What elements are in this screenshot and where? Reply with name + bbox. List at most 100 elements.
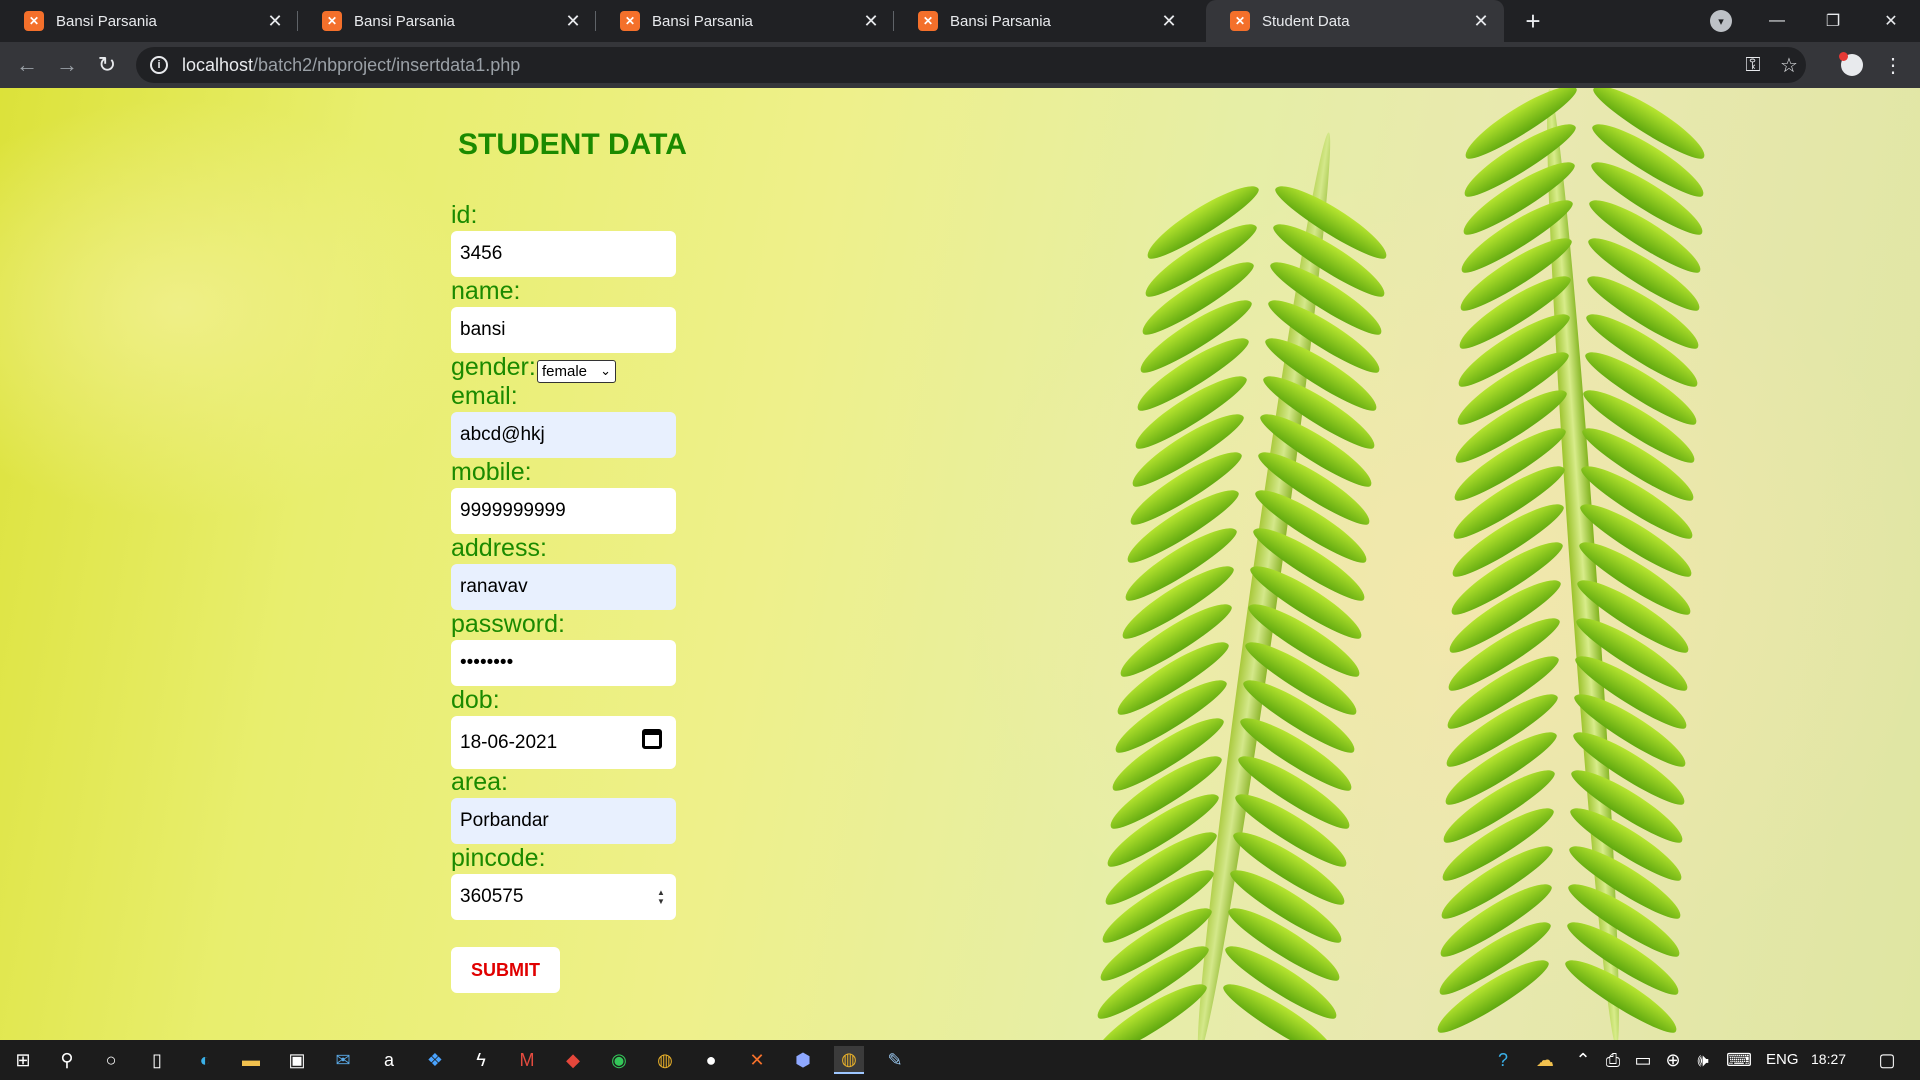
notifications-icon[interactable]: ▢ [1872,1046,1902,1074]
id-input[interactable]: 3456 [451,231,676,277]
star-icon[interactable]: ☆ [1776,52,1802,78]
chrome-icon[interactable]: ◍ [650,1046,680,1074]
tab-title: Bansi Parsania [56,12,157,30]
pincode-value: 360575 [460,886,524,907]
email-label: email: [451,382,518,410]
close-icon[interactable]: ✕ [562,10,584,32]
site-info-icon[interactable]: i [150,56,168,74]
chevron-up-icon[interactable]: ⌃ [1568,1046,1598,1074]
restore-icon[interactable]: ❐ [1806,0,1860,42]
gender-label: gender: [451,353,536,381]
globe-icon[interactable]: ⊕ [1658,1046,1688,1074]
mail-icon[interactable]: ✉ [328,1046,358,1074]
email-value: abcd@hkj [460,424,545,445]
chevron-down-icon: ⌄ [600,363,611,378]
tab-title: Bansi Parsania [354,12,455,30]
task-view-icon[interactable]: ▯ [142,1046,172,1074]
password-input[interactable]: •••••••• [451,640,676,686]
anydesk-icon[interactable]: ◆ [558,1046,588,1074]
password-value: •••••••• [460,652,514,673]
keyboard-icon[interactable]: ⌨ [1724,1046,1754,1074]
address-label: address: [451,534,547,562]
dob-label: dob: [451,686,500,714]
xampp-favicon-icon: ✕ [24,11,44,31]
whatsapp-icon[interactable]: ◉ [604,1046,634,1074]
number-spinner-icon[interactable]: ▲ ▼ [656,886,666,908]
tab-title: Bansi Parsania [950,12,1051,30]
window-close-icon[interactable]: ✕ [1864,0,1918,42]
mobile-value: 9999999999 [460,500,566,521]
name-input[interactable]: bansi [451,307,676,353]
xampp-icon[interactable]: ✕ [742,1046,772,1074]
notepad-icon[interactable]: ✎ [880,1046,910,1074]
browser-tab[interactable]: ✕ Bansi Parsania ✕ [0,0,298,42]
page-title: STUDENT DATA [458,128,687,161]
email-input[interactable]: abcd@hkj [451,412,676,458]
area-input[interactable]: Porbandar [451,798,676,844]
gender-value: female [542,363,588,380]
area-value: Porbandar [460,810,549,831]
profile-avatar[interactable] [1839,52,1863,76]
id-value: 3456 [460,243,503,264]
kebab-menu-icon[interactable]: ⋮ [1878,50,1908,80]
gender-select[interactable]: female ⌄ [537,360,616,383]
network-device-icon[interactable]: ⎙ [1598,1046,1628,1074]
key-icon[interactable]: ⚿ [1740,52,1766,78]
browser-tab[interactable]: ✕ Bansi Parsania ✕ [894,0,1192,42]
mobile-label: mobile: [451,458,532,486]
windows-start-icon[interactable]: ⊞ [8,1046,38,1074]
xampp-favicon-icon: ✕ [1230,11,1250,31]
close-icon[interactable]: ✕ [264,10,286,32]
minimize-icon[interactable]: — [1750,0,1804,42]
password-label: password: [451,610,565,638]
submit-button[interactable]: SUBMIT [451,947,560,993]
gmail-icon[interactable]: M [512,1046,542,1074]
virtualbox-icon[interactable]: ⬢ [788,1046,818,1074]
dropbox-icon[interactable]: ❖ [420,1046,450,1074]
browser-tab-active[interactable]: ✕ Student Data ✕ [1206,0,1504,42]
close-icon[interactable]: ✕ [1158,10,1180,32]
store-icon[interactable]: ▣ [282,1046,312,1074]
name-label: name: [451,277,521,305]
address-bar[interactable]: i localhost/batch2/nbproject/insertdata1… [136,47,1806,83]
chrome-active-icon[interactable]: ◍ [834,1046,864,1074]
mobile-input[interactable]: 9999999999 [451,488,676,534]
browser-toolbar: ← → ↻ i localhost/batch2/nbproject/inser… [0,42,1920,88]
xampp-favicon-icon: ✕ [620,11,640,31]
close-icon[interactable]: ✕ [860,10,882,32]
reload-icon[interactable]: ↻ [92,50,122,80]
dob-date-input[interactable]: 18-06-2021 [451,716,676,769]
search-icon[interactable]: ⚲ [52,1046,82,1074]
file-explorer-icon[interactable]: ▬ [236,1046,266,1074]
forward-arrow-icon[interactable]: → [52,50,82,80]
back-arrow-icon[interactable]: ← [12,50,42,80]
address-value: ranavav [460,576,528,597]
calendar-icon[interactable] [642,729,662,749]
tab-title: Bansi Parsania [652,12,753,30]
windows-taskbar: ⊞ ⚲ ○ ▯ ◐ ▬ ▣ ✉ a ❖ ϟ M ◆ ◉ ◍ ● ✕ ⬢ ◍ ✎ … [0,1040,1920,1080]
close-icon[interactable]: ✕ [1470,10,1492,32]
github-icon[interactable]: ● [696,1046,726,1074]
clock[interactable]: 18:27 [1811,1051,1846,1067]
url-host: localhost [182,54,254,75]
help-icon[interactable]: ? [1488,1046,1518,1074]
language-indicator[interactable]: ENG [1766,1051,1799,1068]
dob-value: 18-06-2021 [460,731,558,753]
id-label: id: [451,201,478,229]
url-path: /batch2/nbproject/insertdata1.php [253,54,521,75]
browser-tab[interactable]: ✕ Bansi Parsania ✕ [298,0,596,42]
name-value: bansi [460,319,506,340]
tab-search-chevron-icon[interactable]: ▾ [1710,10,1732,32]
battery-icon[interactable]: ▭ [1628,1046,1658,1074]
weather-icon[interactable]: ☁ [1530,1046,1560,1074]
winamp-icon[interactable]: ϟ [466,1046,496,1074]
cortana-icon[interactable]: ○ [96,1046,126,1074]
browser-tab[interactable]: ✕ Bansi Parsania ✕ [596,0,894,42]
new-tab-plus-icon[interactable]: + [1518,6,1548,36]
amazon-icon[interactable]: a [374,1046,404,1074]
volume-icon[interactable]: 🕪 [1688,1046,1718,1074]
pincode-number-input[interactable]: 360575 ▲ ▼ [451,874,676,920]
edge-icon[interactable]: ◐ [190,1046,220,1074]
address-input[interactable]: ranavav [451,564,676,610]
page-viewport: STUDENT DATA id: 3456 name: bansi gender… [0,88,1920,1040]
